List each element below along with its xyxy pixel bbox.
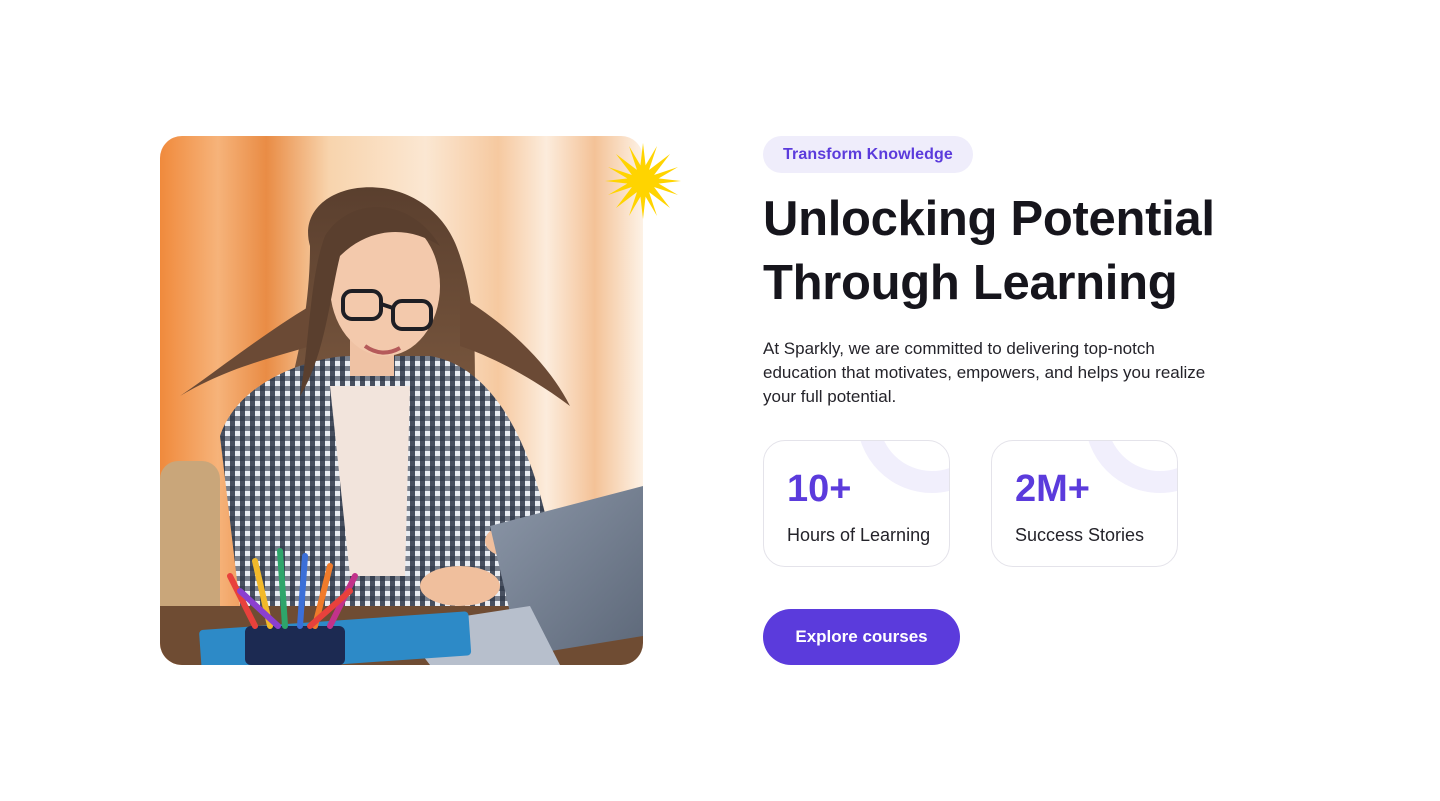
headline-line-2: Through Learning bbox=[763, 256, 1178, 310]
sparkle-icon bbox=[605, 143, 681, 219]
page-title: Unlocking Potential Through Learning bbox=[763, 187, 1243, 315]
stat-card-success: 2M+ Success Stories bbox=[991, 440, 1178, 567]
stat-card-hours: 10+ Hours of Learning bbox=[763, 440, 950, 567]
stat-label: Hours of Learning bbox=[787, 525, 931, 545]
student-with-laptop-illustration bbox=[160, 136, 643, 665]
stat-value: 10+ bbox=[787, 468, 852, 510]
tag-badge: Transform Knowledge bbox=[763, 136, 973, 173]
decorative-arc bbox=[1085, 441, 1177, 493]
hero-photo bbox=[160, 136, 643, 665]
hero-section: Transform Knowledge Unlocking Potential … bbox=[0, 0, 1440, 801]
decorative-arc bbox=[857, 441, 949, 493]
headline-line-1: Unlocking Potential bbox=[763, 192, 1215, 246]
stat-value: 2M+ bbox=[1015, 468, 1090, 510]
hero-description: At Sparkly, we are committed to deliveri… bbox=[763, 339, 1206, 406]
hero-content: Transform Knowledge Unlocking Potential … bbox=[763, 136, 1263, 665]
explore-courses-button[interactable]: Explore courses bbox=[763, 609, 960, 665]
stats-row: 10+ Hours of Learning 2M+ Success Storie… bbox=[763, 440, 1178, 567]
stat-label: Success Stories bbox=[1015, 525, 1145, 545]
